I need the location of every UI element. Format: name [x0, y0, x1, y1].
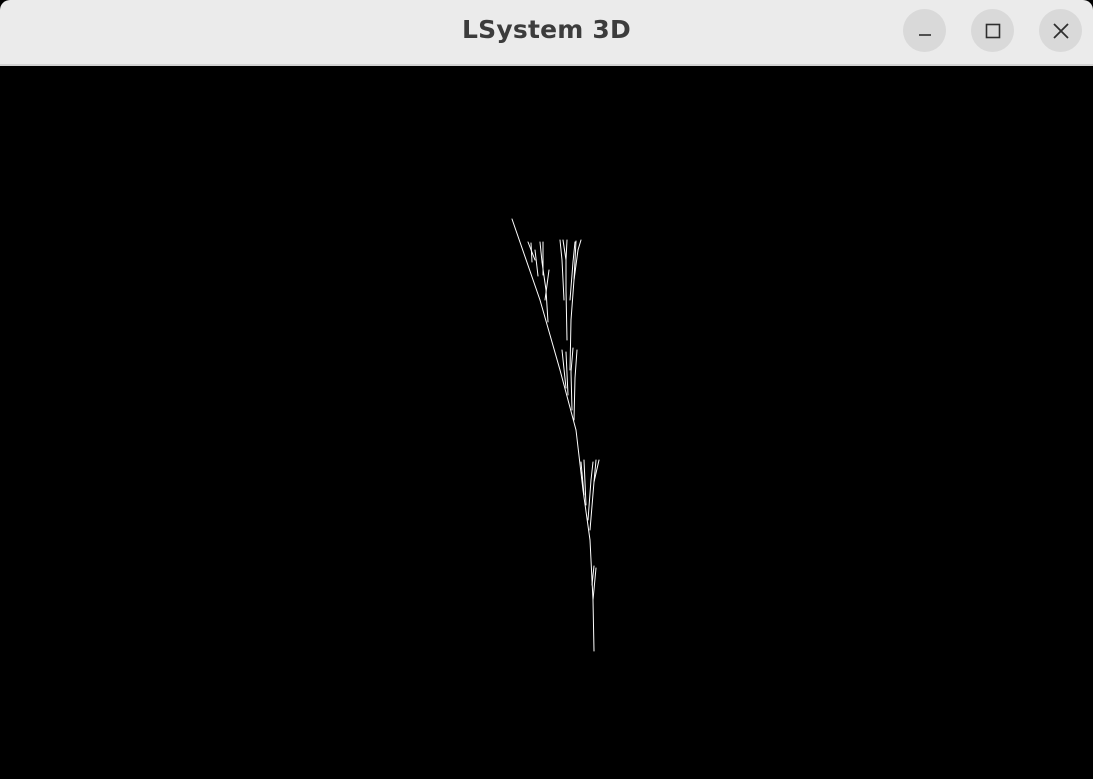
tree-branch — [561, 349, 567, 389]
tree-branch — [570, 371, 573, 411]
tree-branch — [573, 377, 576, 421]
app-window: LSystem 3D — [0, 0, 1093, 779]
tree-branch — [559, 369, 577, 431]
minimize-icon — [917, 23, 933, 39]
tree-branch — [575, 429, 584, 491]
tree-branch — [539, 299, 561, 371]
tree-branch — [565, 351, 569, 396]
minimize-button[interactable] — [903, 9, 946, 52]
maximize-icon — [985, 23, 1001, 39]
render-viewport[interactable] — [0, 68, 1093, 779]
close-button[interactable] — [1039, 9, 1082, 52]
l-system-tree — [511, 218, 600, 652]
tree-branch — [539, 241, 543, 263]
tree-branch — [569, 319, 572, 371]
tree-branch — [530, 242, 533, 263]
tree-branch — [582, 489, 591, 541]
tree-branch — [589, 539, 594, 601]
tree-branch — [561, 259, 565, 301]
tree-branch — [587, 479, 592, 521]
tree-branch — [545, 289, 549, 323]
tree-branch — [534, 249, 539, 277]
tree-branch — [577, 239, 582, 251]
tree-branch — [570, 347, 574, 373]
tree-branch — [574, 349, 578, 379]
close-icon — [1052, 22, 1070, 40]
tree-branch — [565, 239, 568, 261]
tree-branch — [592, 599, 595, 652]
title-bar[interactable]: LSystem 3D — [0, 0, 1093, 66]
tree-branch — [565, 289, 568, 341]
tree-branch — [562, 239, 567, 261]
tree-branch — [559, 239, 563, 261]
tree-branch — [590, 461, 594, 481]
maximize-button[interactable] — [971, 9, 1014, 52]
tree-branch — [591, 565, 595, 586]
